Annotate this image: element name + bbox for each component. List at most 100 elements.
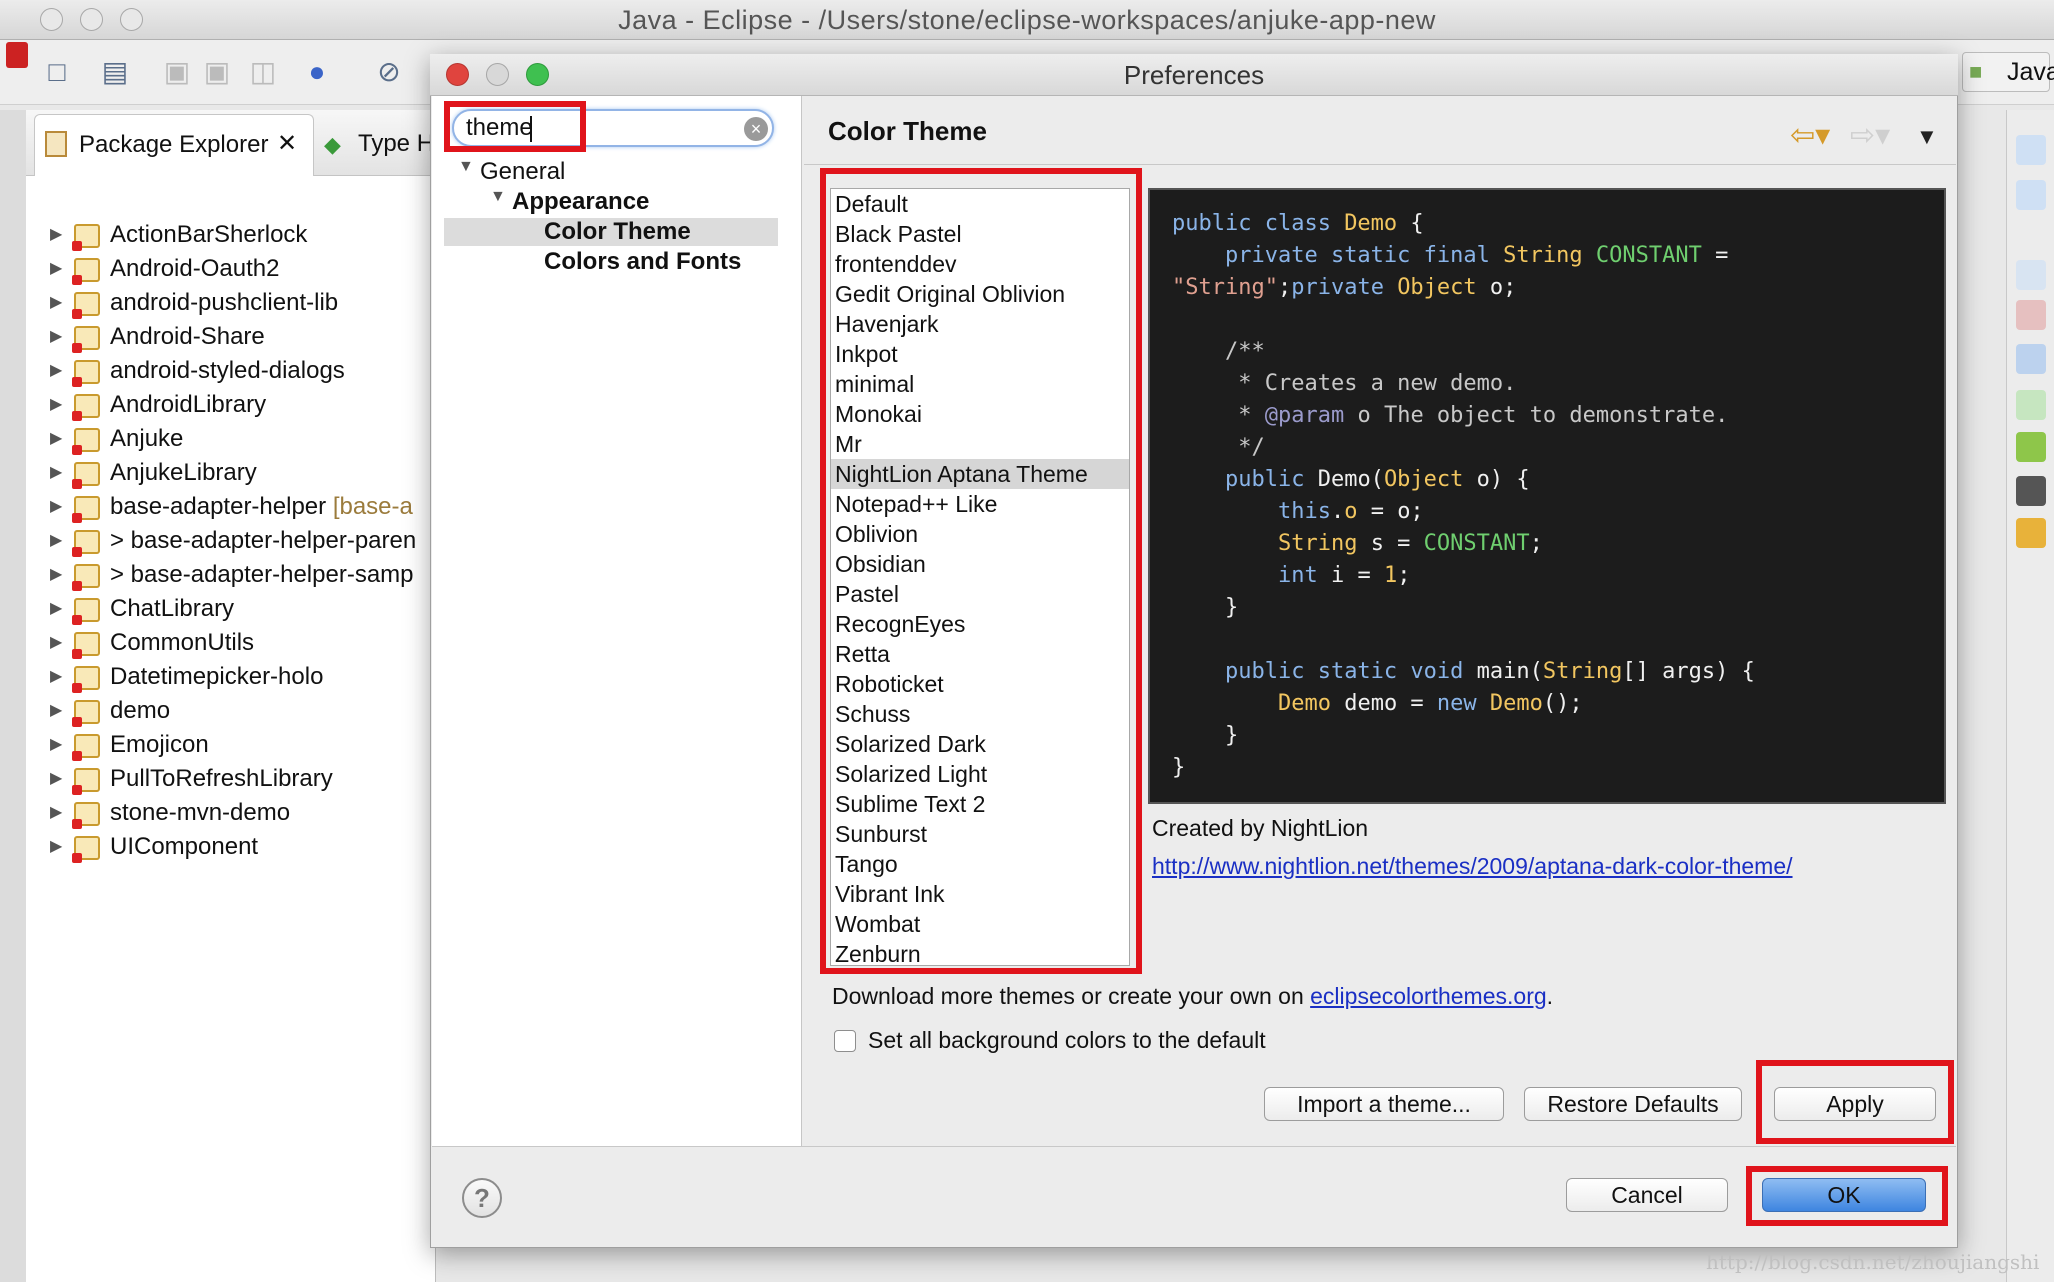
window-minimize-button[interactable] [80, 8, 103, 31]
tree-item-label: Android-Oauth2 [110, 252, 279, 286]
expand-arrow-icon[interactable]: ▶ [50, 388, 64, 422]
tree-item[interactable]: ▶ Datetimepicker-holo [30, 660, 434, 694]
window-close-button[interactable] [40, 8, 63, 31]
project-icon [72, 326, 100, 353]
skip-breakpoints-icon[interactable]: ⊘ [372, 56, 406, 88]
nav-colors-and-fonts[interactable]: Colors and Fonts [544, 247, 741, 277]
expand-arrow-icon[interactable]: ▶ [50, 728, 64, 762]
tab-package-explorer[interactable]: Package Explorer ✕ [34, 114, 314, 176]
tree-item[interactable]: ▶ android-styled-dialogs [30, 354, 434, 388]
project-icon [72, 700, 100, 727]
outline-icon[interactable] [2016, 180, 2046, 210]
import-theme-button[interactable]: Import a theme... [1264, 1087, 1504, 1121]
device-icon[interactable] [2016, 476, 2046, 506]
expand-arrow-icon[interactable]: ▶ [50, 660, 64, 694]
restore-icon[interactable] [2016, 135, 2046, 165]
ok-highlight-box [1746, 1166, 1948, 1226]
tree-item-label: stone-mvn-demo [110, 796, 290, 830]
expand-arrow-icon[interactable]: ▶ [50, 762, 64, 796]
tree-item[interactable]: ▶ Android-Share [30, 320, 434, 354]
tree-item[interactable]: ▶ ActionBarSherlock [30, 218, 434, 252]
eclipsecolorthemes-link[interactable]: eclipsecolorthemes.org [1310, 983, 1547, 1009]
expand-arrow-icon[interactable]: ▶ [50, 830, 64, 864]
expand-arrow-icon[interactable]: ▶ [50, 422, 64, 456]
window-zoom-button[interactable] [120, 8, 143, 31]
tree-item[interactable]: ▶ AndroidLibrary [30, 388, 434, 422]
expand-arrow-icon[interactable]: ▶ [50, 218, 64, 252]
help-icon[interactable]: ? [462, 1178, 502, 1218]
java-perspective-button[interactable]: ■ Java [1962, 52, 2054, 92]
cancel-button[interactable]: Cancel [1566, 1178, 1728, 1212]
android-icon[interactable] [2016, 432, 2046, 462]
tree-item[interactable]: ▶ CommonUtils [30, 626, 434, 660]
tree-item[interactable]: ▶ Anjuke [30, 422, 434, 456]
tree-item-label: CommonUtils [110, 626, 254, 660]
project-icon[interactable] [2016, 300, 2046, 330]
tree-item[interactable]: ▶ stone-mvn-demo [30, 796, 434, 830]
tree-item[interactable]: ▶ Android-Oauth2 [30, 252, 434, 286]
expand-arrow-icon[interactable]: ▶ [50, 592, 64, 626]
expand-arrow-icon[interactable]: ▶ [50, 694, 64, 728]
nav-color-theme[interactable]: Color Theme [544, 217, 691, 247]
project-name: android-pushclient-lib [110, 289, 339, 316]
tree-item[interactable]: ▶ > base-adapter-helper-samp [30, 558, 434, 592]
console-icon[interactable] [2016, 344, 2046, 374]
expand-arrow-icon[interactable]: ▶ [50, 320, 64, 354]
new-type-icon[interactable]: ▤ [98, 56, 132, 88]
back-arrow-icon[interactable]: ⇦▾ [1790, 118, 1830, 153]
tree-item[interactable]: ▶ UIComponent [30, 830, 434, 864]
expand-arrow-icon[interactable]: ▶ [50, 796, 64, 830]
project-icon [72, 292, 100, 319]
dialog-zoom-button[interactable] [526, 63, 549, 86]
emulator-icon[interactable] [2016, 518, 2046, 548]
dialog-close-button[interactable] [446, 63, 469, 86]
restore-icon[interactable] [2016, 260, 2046, 290]
close-icon[interactable]: ✕ [277, 129, 297, 158]
expand-arrow-icon[interactable]: ▶ [50, 286, 64, 320]
print-icon[interactable]: ◫ [246, 56, 280, 88]
expand-arrow-icon[interactable]: ▶ [50, 456, 64, 490]
tree-item[interactable]: ▶ demo [30, 694, 434, 728]
project-name: UIComponent [110, 833, 259, 860]
tree-item[interactable]: ▶ Emojicon [30, 728, 434, 762]
google-plugin-icon[interactable]: ● [300, 56, 334, 88]
nav-general[interactable]: General [480, 157, 565, 187]
tab-type-hierarchy[interactable]: ◆ Type H [318, 114, 434, 176]
project-name: android-styled-dialogs [110, 357, 345, 384]
default-background-checkbox[interactable] [834, 1030, 856, 1052]
save-all-icon[interactable]: ▣ [200, 56, 234, 88]
tree-item[interactable]: ▶ > base-adapter-helper-paren [30, 524, 434, 558]
tree-item-label: UIComponent [110, 830, 258, 864]
expand-arrow-icon[interactable]: ▶ [50, 252, 64, 286]
expand-arrow-icon[interactable]: ▶ [50, 524, 64, 558]
restore-defaults-button[interactable]: Restore Defaults [1524, 1087, 1742, 1121]
view-menu-icon[interactable]: ▼ [1916, 124, 1938, 150]
project-tree: ▶ ActionBarSherlock ▶ Android-Oauth2 ▶ andr… [30, 218, 434, 864]
tree-item[interactable]: ▶ base-adapter-helper [base-a [30, 490, 434, 524]
perspective-label: Java [2007, 58, 2054, 86]
save-icon[interactable]: ▣ [160, 56, 194, 88]
expand-arrow-icon[interactable]: ▶ [50, 490, 64, 524]
project-name: PullToRefreshLibrary [110, 765, 333, 792]
expand-arrow-icon[interactable]: ▶ [50, 558, 64, 592]
theme-url-link[interactable]: http://www.nightlion.net/themes/2009/apt… [1152, 850, 1793, 882]
download-suffix: . [1546, 983, 1554, 1009]
tree-item[interactable]: ▶ android-pushclient-lib [30, 286, 434, 320]
tree-item-label: ChatLibrary [110, 592, 234, 626]
tree-item[interactable]: ▶ PullToRefreshLibrary [30, 762, 434, 796]
tree-item[interactable]: ▶ ChatLibrary [30, 592, 434, 626]
tree-item[interactable]: ▶ AnjukeLibrary [30, 456, 434, 490]
logcat-icon[interactable] [2016, 390, 2046, 420]
expand-arrow-icon[interactable]: ▶ [50, 354, 64, 388]
expand-general-icon[interactable]: ▼ [458, 158, 474, 176]
dialog-minimize-button[interactable] [486, 63, 509, 86]
expand-arrow-icon[interactable]: ▶ [50, 626, 64, 660]
project-name: stone-mvn-demo [110, 799, 291, 826]
theme-list-highlight-box [820, 168, 1142, 974]
expand-appearance-icon[interactable]: ▼ [490, 188, 506, 206]
new-icon[interactable]: □ [40, 56, 74, 88]
forward-arrow-icon[interactable]: ⇨▾ [1850, 118, 1890, 153]
clear-search-icon[interactable]: × [744, 117, 768, 141]
project-name: AnjukeLibrary [110, 459, 257, 486]
nav-appearance[interactable]: Appearance [512, 187, 649, 217]
